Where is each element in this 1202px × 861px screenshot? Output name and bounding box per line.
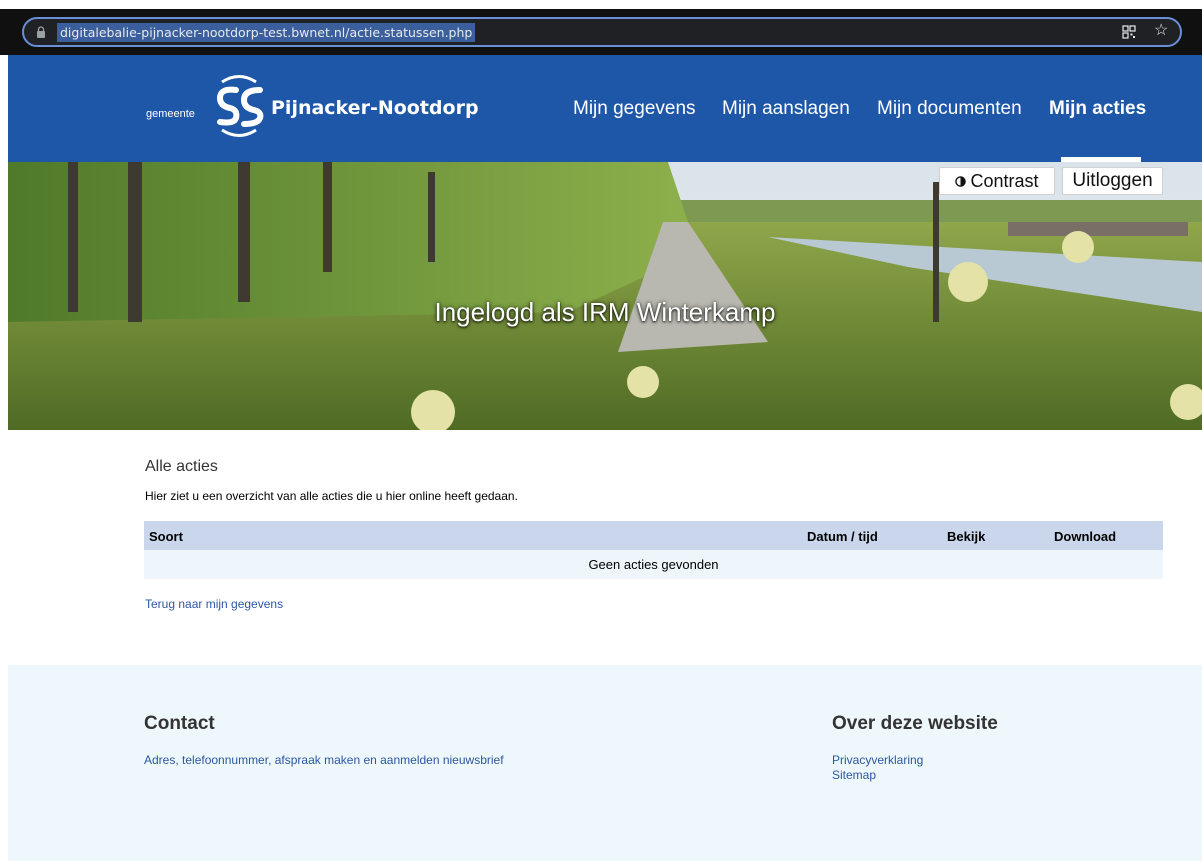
column-header-soort[interactable]: Soort xyxy=(149,529,183,544)
page-description: Hier ziet u een overzicht van alle actie… xyxy=(145,489,518,503)
lock-icon[interactable] xyxy=(36,26,46,38)
nav-mijn-aanslagen[interactable]: Mijn aanslagen xyxy=(722,98,850,120)
url-text[interactable]: digitalebalie-pijnacker-nootdorp-test.bw… xyxy=(57,23,476,42)
site-header: gemeente Pijnacker-Nootdorp Mijn gegeven… xyxy=(8,55,1202,162)
column-header-bekijk[interactable]: Bekijk xyxy=(947,529,985,544)
logo-prefix: gemeente xyxy=(146,108,195,120)
footer-contact-heading: Contact xyxy=(144,713,215,734)
contrast-button[interactable]: Contrast xyxy=(939,167,1055,195)
browser-top-strip xyxy=(0,0,1202,9)
contrast-icon xyxy=(955,176,967,187)
municipality-logo-icon[interactable] xyxy=(208,68,270,144)
nav-mijn-gegevens[interactable]: Mijn gegevens xyxy=(573,98,696,120)
logout-button[interactable]: Uitloggen xyxy=(1062,167,1163,195)
footer-about-heading: Over deze website xyxy=(832,713,998,734)
star-icon[interactable]: ☆ xyxy=(1154,21,1168,41)
footer-privacy-link[interactable]: Privacyverklaring xyxy=(832,753,923,767)
browser-toolbar: digitalebalie-pijnacker-nootdorp-test.bw… xyxy=(0,0,1202,55)
column-header-download[interactable]: Download xyxy=(1054,529,1116,544)
qr-code-icon[interactable] xyxy=(1122,25,1136,39)
table-empty-row: Geen acties gevonden xyxy=(144,550,1163,579)
nav-mijn-documenten[interactable]: Mijn documenten xyxy=(877,98,1022,120)
nav-mijn-acties[interactable]: Mijn acties xyxy=(1049,98,1146,120)
address-bar[interactable]: digitalebalie-pijnacker-nootdorp-test.bw… xyxy=(22,17,1182,47)
site-footer: Contact Adres, telefoonnummer, afspraak … xyxy=(8,665,1202,861)
back-to-gegevens-link[interactable]: Terug naar mijn gegevens xyxy=(145,597,283,611)
landscape-photo xyxy=(8,162,1202,430)
column-header-datum-tijd[interactable]: Datum / tijd xyxy=(807,529,878,544)
page-title: Alle acties xyxy=(145,458,218,475)
footer-contact-link[interactable]: Adres, telefoonnummer, afspraak maken en… xyxy=(144,753,504,767)
contrast-button-label: Contrast xyxy=(970,171,1039,191)
actions-table: Soort Datum / tijd Bekijk Download Geen … xyxy=(144,521,1163,579)
hero-banner: Ingelogd als IRM Winterkamp Contrast Uit… xyxy=(8,162,1202,430)
footer-sitemap-link[interactable]: Sitemap xyxy=(832,768,876,782)
logged-in-banner-text: Ingelogd als IRM Winterkamp xyxy=(434,297,776,327)
table-header-row: Soort Datum / tijd Bekijk Download xyxy=(144,521,1163,550)
logo-name[interactable]: Pijnacker-Nootdorp xyxy=(271,97,479,119)
